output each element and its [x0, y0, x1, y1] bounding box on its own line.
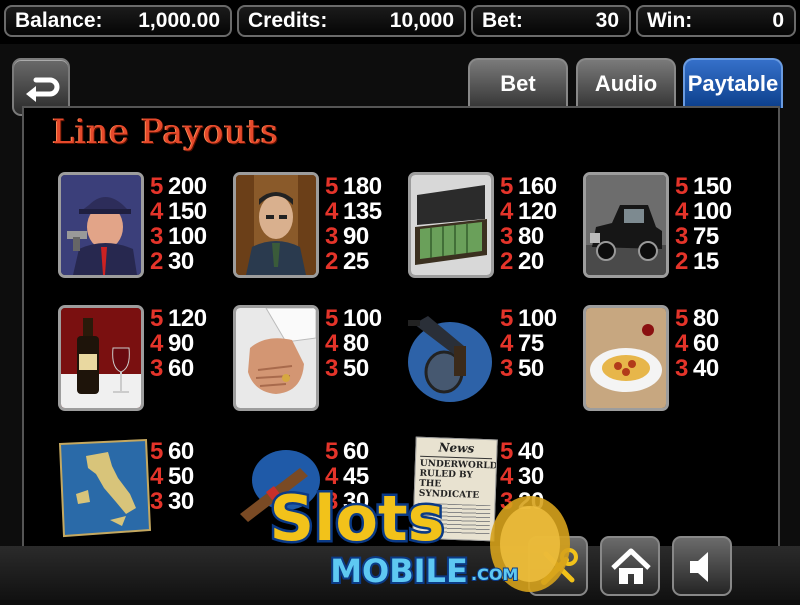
symbol-wine-tile	[58, 305, 144, 411]
credits-label: Credits:	[248, 9, 328, 32]
bet-label: Bet:	[482, 9, 523, 32]
payouts-map: 5 60 4 50 3 30	[150, 438, 194, 515]
return-arrow-icon	[26, 77, 60, 102]
sound-button[interactable]	[672, 536, 732, 596]
tommy-gun-icon	[408, 316, 492, 402]
speaker-icon	[690, 552, 708, 582]
bet-value: 30	[595, 9, 619, 32]
slotsmobile-watermark: Slots MOBILE .COM	[245, 472, 575, 600]
credits-value: 10,000	[389, 9, 454, 32]
symbol-hand-tile	[233, 305, 319, 411]
wine-bottle-icon	[61, 308, 141, 408]
watermark-slots: Slots	[269, 482, 444, 555]
symbol-car-tile	[583, 172, 669, 278]
home-icon	[611, 548, 651, 584]
payouts-boss: 5 180 4 135 3 90 2 25	[325, 173, 382, 275]
status-bar: Balance: 1,000.00 Credits: 10,000 Bet: 3…	[0, 0, 800, 44]
bet-display: Bet: 30	[471, 5, 631, 37]
tab-bet[interactable]: Bet	[468, 58, 568, 108]
payouts-briefcase: 5 160 4 120 3 80 2 20	[500, 173, 557, 275]
payouts-tommy-gun: 5 100 4 75 3 50	[500, 305, 557, 382]
tab-paytable[interactable]: Paytable	[683, 58, 783, 108]
payouts-car: 5 150 4 100 3 75 2 15	[675, 173, 732, 275]
win-value: 0	[772, 9, 784, 32]
payouts-spaghetti: 5 80 4 60 3 40	[675, 305, 719, 382]
win-display: Win: 0	[636, 5, 796, 37]
newspaper-masthead: News	[438, 440, 475, 456]
watermark-suffix: .COM	[471, 565, 518, 584]
briefcase-icon	[411, 175, 491, 275]
payouts-gangster: 5 200 4 150 3 100 2 30	[150, 173, 207, 275]
symbol-briefcase-tile	[408, 172, 494, 278]
home-button[interactable]	[600, 536, 660, 596]
balance-display: Balance: 1,000.00	[4, 5, 232, 37]
watermark-graphic: Slots MOBILE .COM	[267, 480, 570, 592]
balance-label: Balance:	[15, 9, 103, 32]
italy-map-icon	[58, 438, 152, 538]
panel-title: Line Payouts	[52, 112, 279, 152]
gangster-icon	[61, 175, 141, 275]
hand-ring-icon	[236, 308, 316, 408]
symbol-boss-tile	[233, 172, 319, 278]
symbol-gangster-tile	[58, 172, 144, 278]
spaghetti-plate-icon	[586, 308, 666, 408]
mob-boss-icon	[236, 175, 316, 275]
balance-value: 1,000.00	[138, 9, 220, 32]
symbol-map-tile	[56, 438, 152, 538]
symbol-spaghetti-tile	[583, 305, 669, 411]
payouts-wine: 5 120 4 90 3 60	[150, 305, 207, 382]
symbol-tommy-gun	[404, 306, 496, 410]
win-label: Win:	[647, 9, 693, 32]
credits-display: Credits: 10,000	[237, 5, 466, 37]
tab-audio[interactable]: Audio	[576, 58, 676, 108]
watermark-mobile: MOBILE	[330, 552, 468, 590]
payouts-hand: 5 100 4 80 3 50	[325, 305, 382, 382]
vintage-car-icon	[586, 175, 666, 275]
